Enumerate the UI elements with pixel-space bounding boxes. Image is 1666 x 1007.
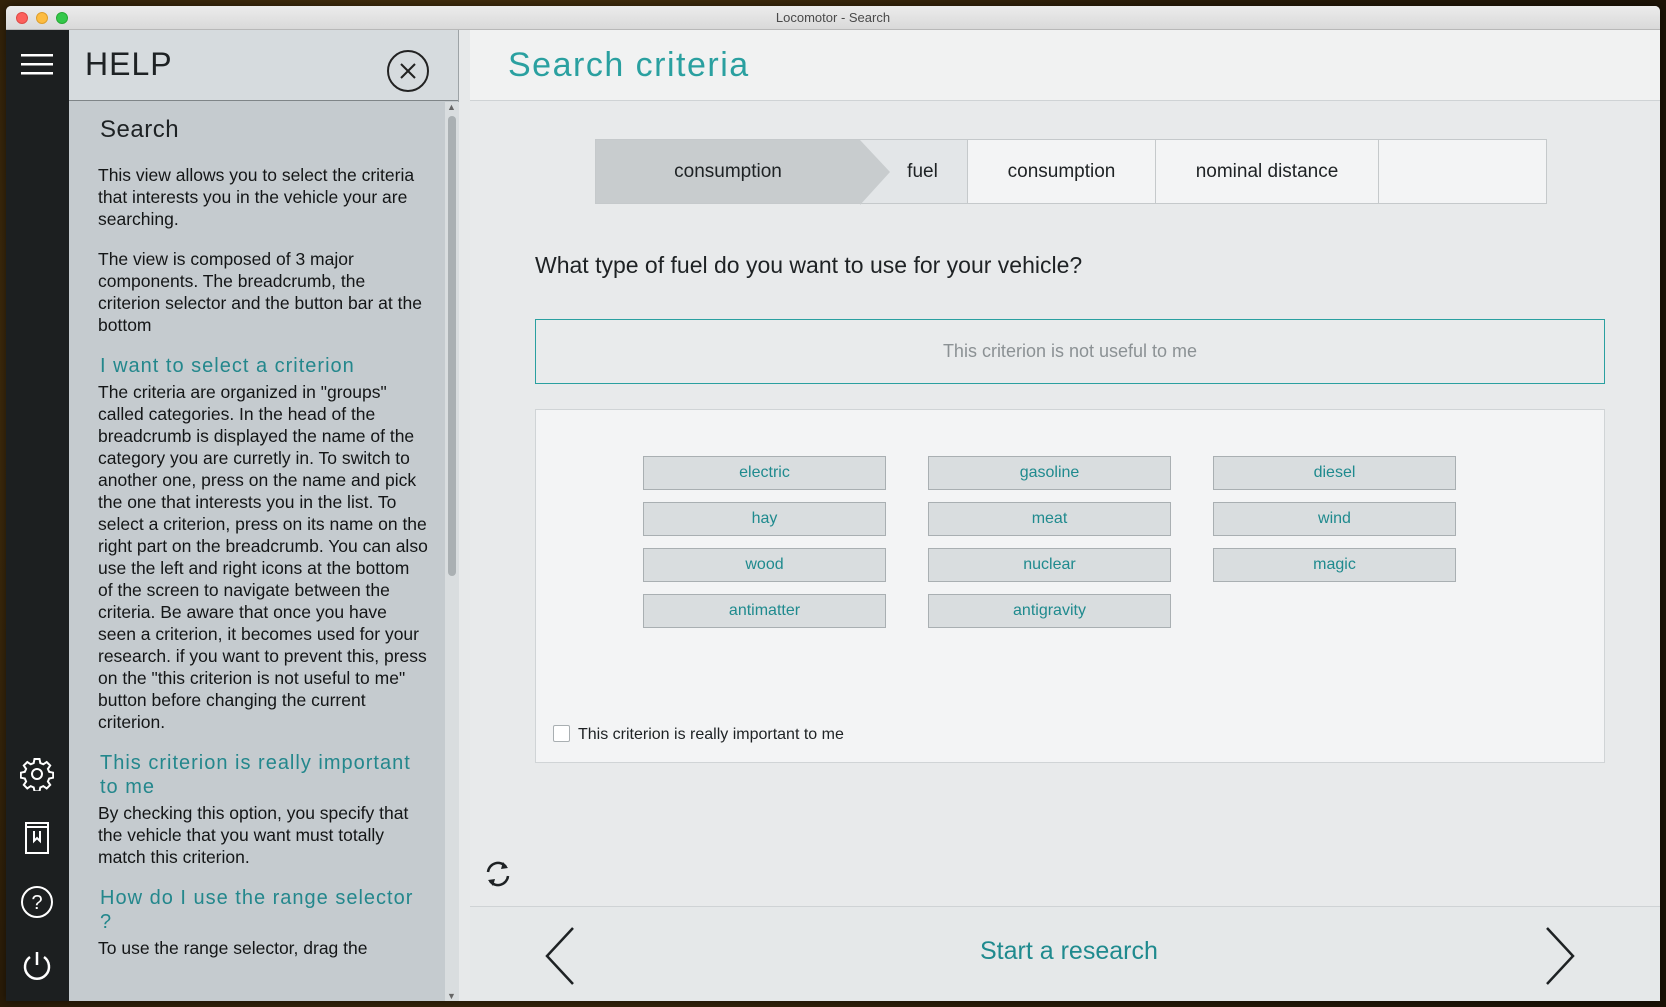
- option-electric[interactable]: electric: [643, 456, 886, 490]
- power-button[interactable]: [19, 948, 55, 984]
- close-icon: [400, 63, 416, 79]
- help-select-paragraph: The criteria are organized in "groups" c…: [98, 382, 428, 732]
- bottom-button-bar: Start a research: [470, 906, 1660, 1001]
- help-icon: ?: [21, 886, 53, 918]
- help-close-button[interactable]: [387, 50, 429, 92]
- option-antigravity[interactable]: antigravity: [928, 594, 1171, 628]
- help-panel: HELP Search This view allows you to sele…: [69, 30, 459, 1001]
- gear-icon: [20, 758, 54, 791]
- option-magic[interactable]: magic: [1213, 548, 1456, 582]
- app-window: Locomotor - Search ? HELP Search This vi…: [6, 6, 1660, 1001]
- scrollbar-thumb[interactable]: [448, 116, 456, 576]
- help-range-paragraph: To use the range selector, drag the: [98, 938, 368, 958]
- not-useful-button[interactable]: This criterion is not useful to me: [535, 319, 1605, 384]
- option-wind[interactable]: wind: [1213, 502, 1456, 536]
- chevron-right-icon: [1546, 927, 1575, 985]
- important-label: This criterion is really important to me: [578, 726, 844, 743]
- important-option[interactable]: This criterion is really important to me: [553, 722, 844, 744]
- menu-button[interactable]: [19, 46, 55, 82]
- next-criterion-button[interactable]: [1540, 925, 1580, 987]
- title-bar: Locomotor - Search: [6, 6, 1660, 30]
- help-title: HELP: [85, 46, 173, 82]
- scroll-down-arrow-icon[interactable]: ▼: [447, 991, 456, 1001]
- help-intro-paragraph: This view allows you to select the crite…: [98, 165, 415, 229]
- window-title: Locomotor - Search: [775, 10, 891, 25]
- page-title: Search criteria: [508, 46, 750, 84]
- help-body: Search This view allows you to select th…: [69, 102, 459, 1001]
- scroll-up-arrow-icon[interactable]: ▲: [447, 102, 456, 112]
- window-minimize-button[interactable]: [36, 12, 48, 24]
- power-icon: [23, 952, 51, 980]
- bookmarks-button[interactable]: [19, 820, 55, 856]
- breadcrumb-empty-slot: [1379, 140, 1546, 203]
- breadcrumb-category[interactable]: consumption: [596, 140, 890, 205]
- svg-text:?: ?: [31, 892, 42, 914]
- option-meat[interactable]: meat: [928, 502, 1171, 536]
- refresh-icon: [486, 861, 510, 887]
- option-antimatter[interactable]: antimatter: [643, 594, 886, 628]
- help-button[interactable]: ?: [19, 884, 55, 920]
- reset-button[interactable]: [480, 856, 516, 892]
- main-content: Search criteria consumption fuel consump…: [470, 30, 1660, 1001]
- help-important-paragraph: By checking this option, you specify tha…: [98, 803, 409, 867]
- start-research-button[interactable]: Start a research: [980, 937, 1158, 966]
- chevron-left-icon: [545, 927, 574, 985]
- breadcrumb-item-consumption[interactable]: consumption: [968, 140, 1156, 203]
- help-heading-range: How do I use the range selector ?: [100, 887, 414, 933]
- help-header: HELP: [69, 30, 458, 101]
- side-rail: ?: [6, 30, 69, 1001]
- option-gasoline[interactable]: gasoline: [928, 456, 1171, 490]
- help-scrollbar[interactable]: ▲ ▼: [445, 102, 459, 1001]
- bookmark-book-icon: [25, 822, 49, 854]
- hamburger-menu-icon: [21, 54, 53, 75]
- criterion-options-panel: electric gasoline diesel hay meat wind w…: [535, 409, 1605, 763]
- help-heading-select: I want to select a criterion: [100, 355, 355, 377]
- window-controls: [16, 12, 68, 24]
- option-wood[interactable]: wood: [643, 548, 886, 582]
- help-content: Search This view allows you to select th…: [98, 116, 428, 977]
- help-heading-important: This criterion is really important to me: [100, 752, 411, 798]
- breadcrumb: consumption fuel consumption nominal dis…: [595, 139, 1547, 205]
- option-nuclear[interactable]: nuclear: [928, 548, 1171, 582]
- settings-button[interactable]: [19, 756, 55, 792]
- criterion-question: What type of fuel do you want to use for…: [535, 252, 1083, 278]
- main-header: Search criteria: [470, 30, 1660, 101]
- help-section-title: Search: [100, 116, 180, 143]
- window-close-button[interactable]: [16, 12, 28, 24]
- option-hay[interactable]: hay: [643, 502, 886, 536]
- previous-criterion-button[interactable]: [540, 925, 580, 987]
- window-maximize-button[interactable]: [56, 12, 68, 24]
- help-components-paragraph: The view is composed of 3 major componen…: [98, 249, 422, 335]
- option-diesel[interactable]: diesel: [1213, 456, 1456, 490]
- breadcrumb-item-nominal-distance[interactable]: nominal distance: [1156, 140, 1379, 203]
- important-checkbox[interactable]: [553, 724, 570, 742]
